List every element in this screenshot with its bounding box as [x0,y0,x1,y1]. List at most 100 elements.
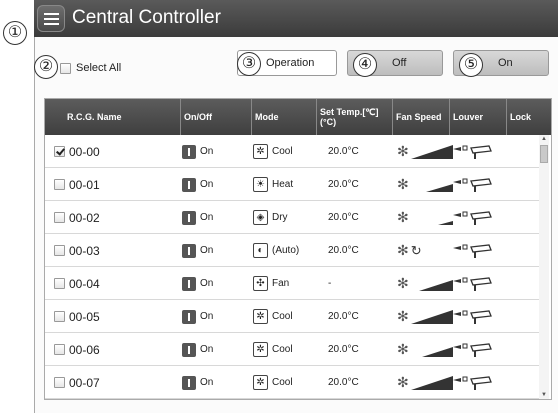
select-all-checkbox[interactable] [60,62,71,74]
mode-cell[interactable]: ✣ Fan [253,267,289,300]
mode-cell[interactable]: ◈ Dry [253,201,288,234]
onoff-cell[interactable]: On [182,201,213,234]
louver-cell[interactable] [451,135,495,168]
row-checkbox[interactable] [54,245,65,256]
group-name: 00-02 [69,210,100,225]
fan-level-icon [410,309,453,324]
fan-speed-cell[interactable]: ✻ [397,168,453,201]
table-row[interactable]: 00-03 On ◐ (Auto) 20.0°C ✻ ↻ [45,234,539,267]
row-checkbox[interactable] [54,278,65,289]
header-name: R.C.G. Name [45,99,181,135]
mode-cell[interactable]: ✲ Cool [253,366,293,399]
mode-cell[interactable]: ✲ Cool [253,135,293,168]
fan-speed-cell[interactable]: ✻ [397,267,453,300]
mode-cell[interactable]: ☀ Heat [253,168,293,201]
onoff-status: On [200,278,214,289]
mode-cell[interactable]: ◐ (Auto) [253,234,299,267]
set-temp: 20.0°C [328,245,359,256]
fan-level-icon [410,375,453,390]
louver-cell[interactable] [451,267,495,300]
table-row[interactable]: 00-00 On ✲ Cool 20.0°C ✻ [45,135,539,168]
onoff-status: On [200,377,214,388]
row-checkbox[interactable] [54,212,65,223]
power-icon [182,309,196,324]
fan-speed-cell[interactable]: ✻ [397,366,453,399]
fan-level-icon [421,346,453,357]
group-name: 00-04 [69,276,100,291]
louver-cell[interactable] [451,300,495,333]
mode-label: Cool [272,146,293,157]
set-temp: 20.0°C [328,212,359,223]
row-checkbox[interactable] [54,146,65,157]
louver-cell[interactable] [451,201,495,234]
onoff-cell[interactable]: On [182,267,213,300]
onoff-cell[interactable]: On [182,168,213,201]
scroll-thumb[interactable] [540,145,548,163]
power-icon [182,243,196,258]
row-checkbox[interactable] [54,179,65,190]
table-row[interactable]: 00-06 On ✲ Cool 20.0°C ✻ [45,333,539,366]
mode-label: Heat [272,179,294,190]
group-name: 00-05 [69,309,100,324]
mode-label: Dry [272,212,288,223]
fan-speed-cell[interactable]: ✻ [397,201,453,234]
select-all-control[interactable]: Select All [60,60,121,76]
onoff-cell[interactable]: On [182,234,213,267]
mode-label: Cool [272,377,293,388]
cool-icon: ✲ [253,375,268,390]
table-row[interactable]: 00-01 On ☀ Heat 20.0°C ✻ [45,168,539,201]
mode-label: Cool [272,311,293,322]
mode-label: Fan [272,278,290,289]
set-temp: 20.0°C [328,344,359,355]
scroll-up-arrow-icon[interactable]: ▲ [541,136,547,142]
louver-cell[interactable] [451,234,495,267]
menu-button[interactable] [37,5,65,32]
fan-speed-cell[interactable]: ✻ [397,300,453,333]
onoff-cell[interactable]: On [182,300,213,333]
heat-icon: ☀ [253,177,268,192]
louver-icon [453,309,492,324]
fan-speed-cell[interactable]: ✻ ↻ [397,234,422,267]
group-name: 00-06 [69,342,100,357]
table-row[interactable]: 00-07 On ✲ Cool 20.0°C ✻ [45,366,539,399]
fan-icon: ✻ [397,275,409,291]
vertical-scrollbar[interactable]: ▲ ▼ [539,135,549,399]
group-name: 00-07 [69,375,100,390]
table-row[interactable]: 00-05 On ✲ Cool 20.0°C ✻ [45,300,539,333]
power-icon [182,177,196,192]
cool-icon: ✲ [253,342,268,357]
cool-icon: ✲ [253,144,268,159]
onoff-cell[interactable]: On [182,333,213,366]
callout-5: ⑤ [459,53,483,77]
callout-2: ② [34,55,58,79]
table-row[interactable]: 00-04 On ✣ Fan - ✻ [45,267,539,300]
callout-4: ④ [353,53,377,77]
header-mode: Mode [252,99,317,135]
louver-cell[interactable] [451,333,495,366]
header-onoff: On/Off [181,99,252,135]
onoff-status: On [200,179,214,190]
header-lock: Lock [510,112,532,122]
fan-speed-cell[interactable]: ✻ [397,333,453,366]
row-checkbox[interactable] [54,344,65,355]
fan-icon: ✻ [397,176,409,192]
mode-cell[interactable]: ✲ Cool [253,333,293,366]
power-icon [182,144,196,159]
louver-cell[interactable] [451,366,495,399]
onoff-cell[interactable]: On [182,135,213,168]
onoff-cell[interactable]: On [182,366,213,399]
callout-1: ① [3,21,27,45]
table-row[interactable]: 00-02 On ◈ Dry 20.0°C ✻ [45,201,539,234]
scroll-down-arrow-icon[interactable]: ▼ [541,392,547,398]
cool-icon: ✲ [253,309,268,324]
row-checkbox[interactable] [54,311,65,322]
callout-3: ③ [237,52,261,76]
onoff-status: On [200,212,214,223]
mode-cell[interactable]: ✲ Cool [253,300,293,333]
fan-icon: ✻ [397,341,409,357]
louver-cell[interactable] [451,168,495,201]
set-temp: 20.0°C [328,179,359,190]
fan-speed-cell[interactable]: ✻ [397,135,453,168]
row-checkbox[interactable] [54,377,65,388]
group-name: 00-01 [69,177,100,192]
